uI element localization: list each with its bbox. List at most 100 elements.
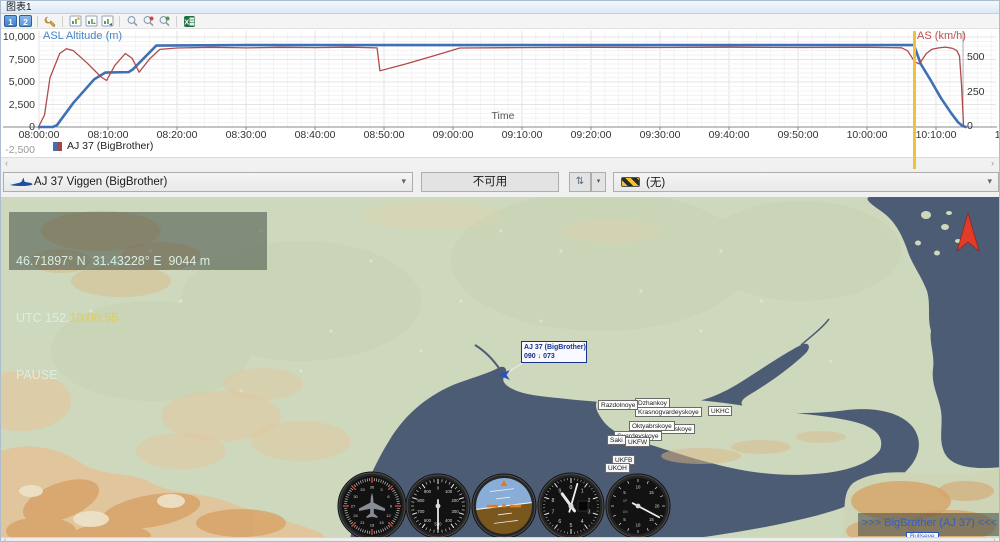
map-scroll-right-icon[interactable]: ›: [993, 537, 995, 541]
svg-text:700: 700: [417, 509, 425, 514]
svg-text:21: 21: [360, 520, 365, 525]
svg-text:4: 4: [581, 519, 584, 525]
time-tick-label: 08:30:00: [225, 129, 267, 141]
chevron-down-icon: ▾: [987, 176, 992, 186]
time-tick-label: 08:40:00: [294, 129, 336, 141]
chart-scroll-right-icon[interactable]: ›: [991, 158, 994, 169]
alt-tick-label: 2,500: [8, 98, 35, 111]
selector-row: AJ 37 Viggen (BigBrother) ▾ 不可用 ⇅ ▾ (无) …: [1, 169, 999, 197]
svg-text:5: 5: [570, 523, 573, 529]
utc-time: 10:06:55: [69, 311, 119, 325]
map-scroll-left-icon[interactable]: ‹: [4, 537, 6, 541]
time-tick-label: 09:00:00: [432, 129, 474, 141]
copy-chart-icon[interactable]: [68, 15, 82, 28]
telemetry-filter-selector[interactable]: (无) ▾: [613, 172, 999, 192]
ias-axis-label: IAS (km/h): [914, 30, 966, 42]
chart-scroll-left-icon[interactable]: ‹: [5, 158, 8, 169]
availability-button[interactable]: 不可用: [421, 172, 559, 192]
pause-status: PAUSE: [16, 368, 58, 382]
toolbar-separator: [176, 15, 177, 27]
excel-export-icon[interactable]: X: [182, 15, 196, 28]
svg-text:DN: DN: [623, 510, 628, 514]
svg-text:UP: UP: [623, 499, 627, 503]
swap-labels-dropdown[interactable]: ▾: [591, 172, 606, 192]
vertical-speed-indicator: 510152015105UPDN: [605, 473, 671, 539]
toolbar-separator: [37, 15, 38, 27]
svg-text:400: 400: [445, 518, 453, 523]
map-place-label: Krasnogvardeyskoye: [635, 407, 702, 417]
map-place-label: UKHC: [708, 406, 733, 416]
map-place-label: UKOH: [605, 463, 630, 473]
ias-tick-label: 250: [967, 85, 985, 98]
map-scrollbar[interactable]: ‹ ›: [1, 537, 999, 541]
svg-text:0: 0: [570, 485, 573, 491]
svg-text:X: X: [184, 17, 189, 26]
svg-text:18: 18: [370, 522, 375, 527]
svg-text:8: 8: [551, 498, 554, 504]
svg-text:200: 200: [452, 498, 460, 503]
utc-readout: UTC 152.10:06:55: [16, 311, 119, 325]
telemetry-filter-value: (无): [646, 177, 666, 189]
tacview-window: 图表1 1 2 X ASL Altitude (m) IAS (km/h) Ti…: [0, 0, 1000, 542]
time-tick-label: 08:00:00: [18, 129, 60, 141]
aircraft-icon: [10, 177, 33, 187]
ias-tick-label: 500: [967, 51, 985, 63]
svg-text:24: 24: [353, 513, 358, 518]
position-readout: 46.71897° N 31.43228° E 9044 m: [16, 254, 211, 268]
chart-panel-title[interactable]: 图表1: [1, 1, 999, 14]
heading-indicator: 363691215182124273033: [337, 471, 407, 541]
time-axis-label: Time: [491, 110, 515, 122]
alt-tick-label: 10,000: [2, 31, 35, 43]
svg-text:100: 100: [445, 489, 453, 494]
map-place-label: Saki: [607, 435, 626, 445]
svg-text:1: 1: [581, 489, 584, 495]
zoom-reset-icon[interactable]: [125, 15, 139, 28]
svg-text:10: 10: [636, 523, 641, 528]
svg-text:33: 33: [360, 487, 365, 492]
chart-scrollbar[interactable]: ‹ ›: [1, 157, 999, 169]
svg-text:27: 27: [351, 503, 356, 508]
svg-text:15: 15: [649, 490, 654, 495]
time-tick-label: 09:50:00: [777, 129, 819, 141]
svg-text:20: 20: [655, 504, 660, 509]
chevron-down-icon: ▾: [401, 176, 406, 186]
aircraft-selector-value: AJ 37 Viggen (BigBrother): [34, 176, 168, 188]
alt-tick-label: 5,000: [8, 76, 35, 88]
current-time-marker[interactable]: [913, 31, 916, 169]
swap-labels-button[interactable]: ⇅: [569, 172, 591, 192]
legend-label: AJ 37 (BigBrother): [67, 140, 154, 152]
zoom-in-icon[interactable]: [157, 15, 171, 28]
export-chart-icon[interactable]: [100, 15, 114, 28]
time-tick-label: 09:30:00: [639, 129, 681, 141]
alt-tick-label: -2,500: [5, 143, 35, 156]
svg-text:12: 12: [386, 513, 391, 518]
svg-text:15: 15: [649, 517, 654, 522]
map-place-label: Razdolnoye: [598, 400, 639, 410]
time-tick-label: 09:20:00: [570, 129, 612, 141]
save-chart-icon[interactable]: [84, 15, 98, 28]
telemetry-overlay: 46.71897° N 31.43228° E 9044 m UTC 152.1…: [9, 212, 267, 382]
zoom-out-icon[interactable]: [141, 15, 155, 28]
svg-text:15: 15: [379, 520, 384, 525]
svg-text:800: 800: [417, 498, 425, 503]
time-tick-label: 09:40:00: [708, 129, 750, 141]
hazard-stripes-icon: [621, 177, 640, 187]
alt-tick-label: 7,500: [8, 53, 35, 66]
page-2-button[interactable]: 2: [19, 15, 32, 27]
svg-text:6: 6: [558, 519, 561, 525]
svg-text:10: 10: [636, 485, 641, 490]
toolbar-separator: [119, 15, 120, 27]
time-tick-label: 09:10:00: [501, 129, 543, 141]
alt-axis-label: ASL Altitude (m): [43, 30, 123, 42]
svg-text:30: 30: [353, 494, 358, 499]
aircraft-selector[interactable]: AJ 37 Viggen (BigBrother) ▾: [3, 172, 413, 192]
toolbar-separator: [62, 15, 63, 27]
page-1-button[interactable]: 1: [4, 15, 17, 27]
chart-toolbar: 1 2 X: [1, 14, 999, 29]
legend-swatch: [57, 142, 62, 151]
svg-text:36: 36: [370, 484, 375, 489]
time-tick-label: 08:20:00: [156, 129, 198, 141]
wrench-icon[interactable]: [43, 15, 57, 28]
svg-text:300: 300: [452, 509, 460, 514]
aircraft-label[interactable]: AJ 37 (BigBrother) 090 ↓ 073: [521, 341, 587, 363]
